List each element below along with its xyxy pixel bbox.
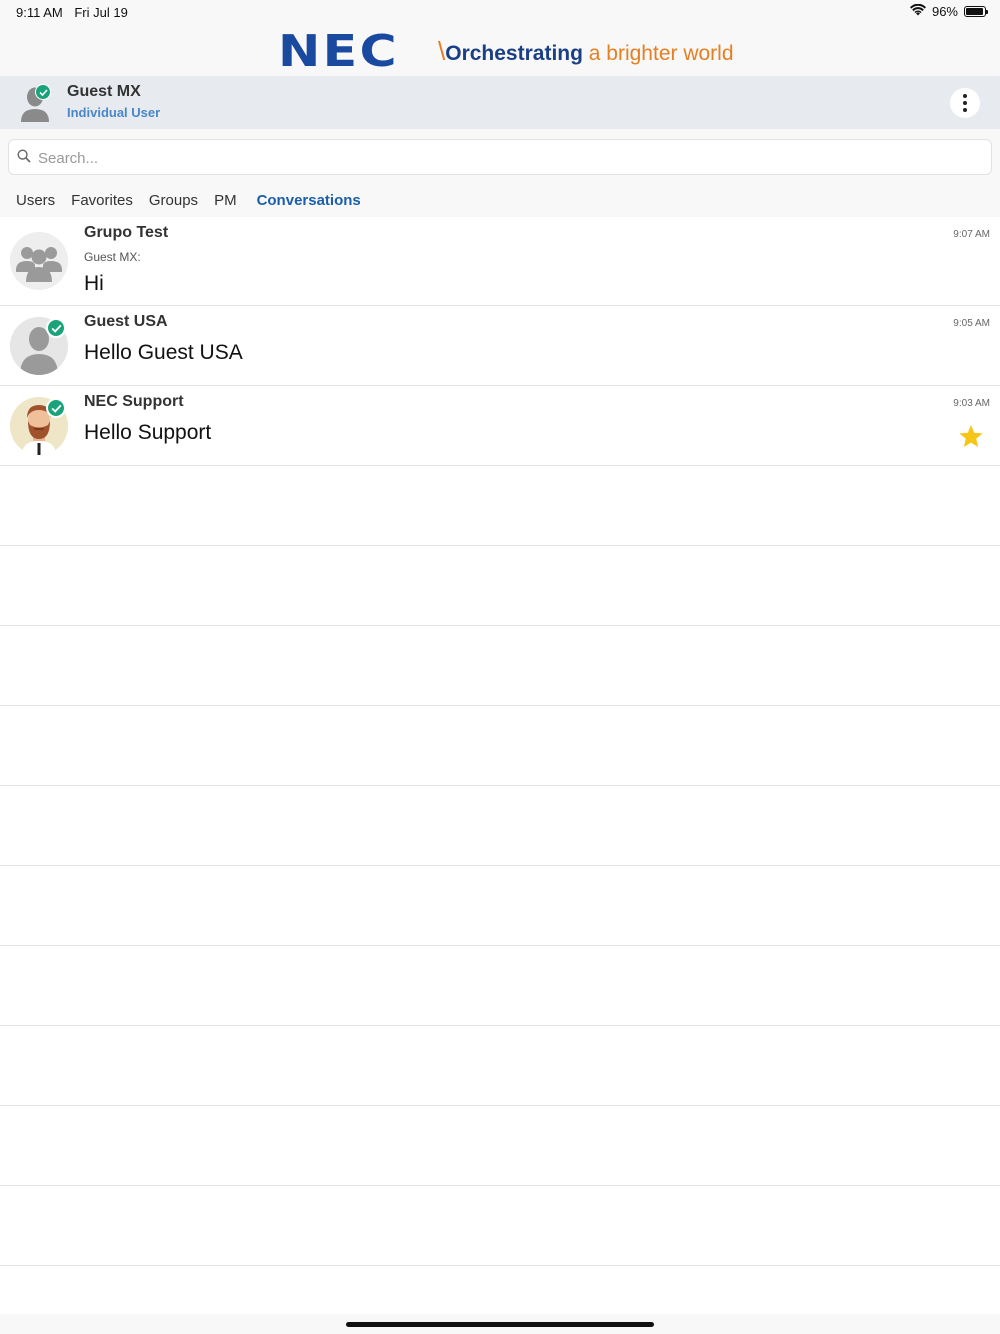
conversation-row-guest-usa[interactable]: Guest USA Hello Guest USA 9:05 AM — [0, 306, 1000, 386]
nec-logo: NEC — [278, 26, 399, 77]
conversation-name: NEC Support — [84, 393, 184, 410]
conversation-avatar — [10, 232, 68, 290]
status-date: Fri Jul 19 — [74, 5, 128, 20]
tab-conversations[interactable]: Conversations — [257, 192, 361, 209]
search-icon — [17, 149, 31, 168]
user-name: Guest MX — [67, 83, 141, 100]
brand-tagline: \Orchestrating a brighter world — [438, 36, 734, 69]
tagline-rest: a brighter world — [582, 42, 734, 65]
empty-row — [0, 546, 1000, 626]
tab-favorites[interactable]: Favorites — [71, 192, 133, 209]
conversation-sender: Guest MX: — [84, 250, 141, 264]
user-header: Guest MX Individual User — [0, 76, 1000, 129]
conversation-row-nec-support[interactable]: NEC Support Hello Support 9:03 AM — [0, 386, 1000, 466]
empty-row — [0, 1106, 1000, 1186]
conversation-message: Hi — [84, 272, 104, 295]
online-badge — [46, 318, 66, 338]
online-badge — [46, 398, 66, 418]
conversation-name: Grupo Test — [84, 224, 169, 241]
empty-row — [0, 946, 1000, 1026]
search-box[interactable] — [8, 139, 992, 175]
battery-percent: 96% — [931, 4, 958, 19]
empty-row — [0, 1186, 1000, 1266]
empty-row — [0, 626, 1000, 706]
search-input[interactable] — [36, 146, 980, 170]
conversation-time: 9:05 AM — [953, 318, 990, 329]
empty-row — [0, 706, 1000, 786]
group-icon — [10, 232, 68, 290]
conversation-row-grupo-test[interactable]: Grupo Test Guest MX: Hi 9:07 AM — [0, 217, 1000, 306]
more-options-button[interactable] — [950, 88, 980, 118]
tab-bar: Users Favorites Groups PM Conversations — [16, 192, 377, 209]
conversation-message: Hello Support — [84, 421, 212, 444]
check-icon — [51, 404, 61, 413]
home-indicator[interactable] — [346, 1322, 654, 1327]
brand-banner: NEC \Orchestrating a brighter world — [0, 26, 1000, 76]
battery-icon — [964, 6, 988, 17]
search-area: Users Favorites Groups PM Conversations — [0, 129, 1000, 217]
more-dots-icon — [963, 94, 967, 98]
empty-row — [0, 786, 1000, 866]
empty-row — [0, 866, 1000, 946]
status-time: 9:11 AM — [16, 5, 63, 20]
tagline-strong: Orchestrating — [445, 42, 583, 65]
more-dot — [963, 108, 967, 112]
tab-pm[interactable]: PM — [214, 192, 237, 209]
tab-groups[interactable]: Groups — [149, 192, 198, 209]
check-icon — [38, 88, 48, 96]
conversation-time: 9:07 AM — [953, 229, 990, 240]
empty-row — [0, 1026, 1000, 1106]
favorite-star-icon[interactable] — [958, 424, 984, 454]
more-dot — [963, 101, 967, 105]
conversation-list: Grupo Test Guest MX: Hi 9:07 AM Guest US… — [0, 217, 1000, 1266]
wifi-icon — [909, 3, 926, 19]
home-indicator-area — [0, 1314, 1000, 1334]
empty-row — [0, 466, 1000, 546]
conversation-message: Hello Guest USA — [84, 341, 243, 364]
check-icon — [51, 324, 61, 333]
tab-users[interactable]: Users — [16, 192, 55, 209]
user-online-badge — [35, 84, 51, 100]
user-role: Individual User — [67, 105, 161, 120]
status-bar: 9:11 AM Fri Jul 19 96% — [0, 0, 1000, 26]
conversation-name: Guest USA — [84, 313, 168, 330]
conversation-time: 9:03 AM — [953, 398, 990, 409]
